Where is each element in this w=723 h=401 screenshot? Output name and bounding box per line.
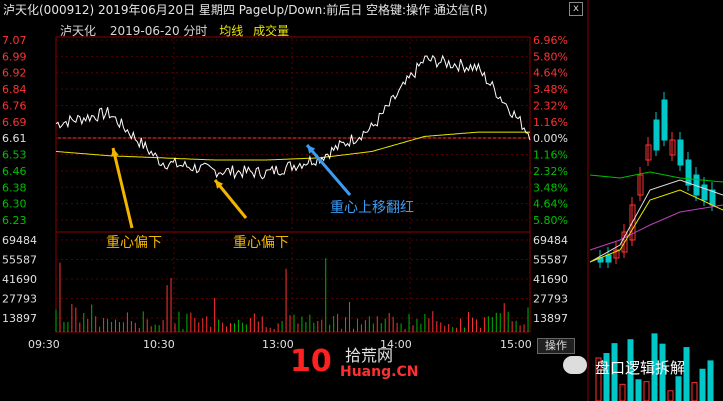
volume-tick-left: 41690 [2,273,37,286]
kline-candle [653,119,660,151]
time-tick: 13:00 [262,338,294,351]
price-tick-left: 6.92 [2,67,27,80]
time-tick: 15:00 [500,338,532,351]
kline-candle [677,139,684,166]
kline-volume-bar [619,383,626,401]
volume-tick-left: 13897 [2,312,37,325]
price-tick-left: 6.23 [2,214,27,227]
kline-volume-bar [707,360,714,401]
volume-tick-right: 69484 [533,234,568,247]
kline-volume-bar [675,376,682,401]
kline-volume-bar [691,382,698,401]
price-tick-left: 6.53 [2,149,27,162]
price-tick-right: 4.64% [533,67,568,80]
watermark-main: 拾荒网 [345,346,394,365]
price-tick-left: 6.61 [2,132,27,145]
watermark: 10 拾荒网 Huang.CN [290,340,440,395]
avg-line [55,131,530,161]
kline-volume-bar [667,390,674,401]
price-tick-right: 1.16% [533,116,568,129]
operate-button[interactable]: 操作 [537,338,575,354]
kline-volume-bar [643,381,650,401]
ma-line-purple [589,204,723,251]
price-tick-right: 2.32% [533,165,568,178]
watermark-number: 10 [290,344,332,379]
volume-tick-right: 41690 [533,273,568,286]
kline-volume-bar [699,368,706,401]
volume-tick-right: 13897 [533,312,568,325]
kline-volume-bar [635,379,642,401]
price-tick-right: 3.48% [533,181,568,194]
price-tick-right: 4.64% [533,198,568,211]
volume-tick-right: 27793 [533,293,568,306]
kline-candle [685,159,692,186]
brand-text: 盘口逻辑拆解 [595,359,686,377]
price-line [55,54,531,180]
price-tick-left: 6.30 [2,198,27,211]
wechat-icon [563,356,587,374]
volume-tick-left: 27793 [2,293,37,306]
price-tick-right: 3.48% [533,83,568,96]
price-tick-right: 0.00% [533,132,568,145]
volume-tick-left: 55587 [2,254,37,267]
price-tick-right: 2.32% [533,99,568,112]
volume-tick-right: 55587 [533,254,568,267]
price-tick-left: 7.07 [2,34,27,47]
price-tick-left: 6.38 [2,181,27,194]
time-tick: 10:30 [143,338,175,351]
time-tick: 09:30 [28,338,60,351]
kline-candle [701,184,708,201]
annotation-arrow-1 [111,147,134,229]
kline-candle [605,254,612,263]
watermark-sub: Huang.CN [340,364,419,380]
ma-line-green [589,171,723,183]
price-tick-right: 1.16% [533,149,568,162]
price-tick-right: 5.80% [533,214,568,227]
price-tick-right: 6.96% [533,34,568,47]
annotation-3: 重心上移翻红 [330,200,414,216]
price-tick-left: 6.84 [2,83,27,96]
price-tick-right: 5.80% [533,50,568,63]
price-tick-left: 6.69 [2,116,27,129]
price-tick-left: 6.46 [2,165,27,178]
price-tick-left: 6.76 [2,99,27,112]
annotation-1: 重心偏下 [106,235,162,251]
price-tick-left: 6.99 [2,50,27,63]
kline-candle [661,99,668,141]
annotation-arrow-3 [305,144,352,196]
volume-tick-left: 69484 [2,234,37,247]
annotation-2: 重心偏下 [233,235,289,251]
